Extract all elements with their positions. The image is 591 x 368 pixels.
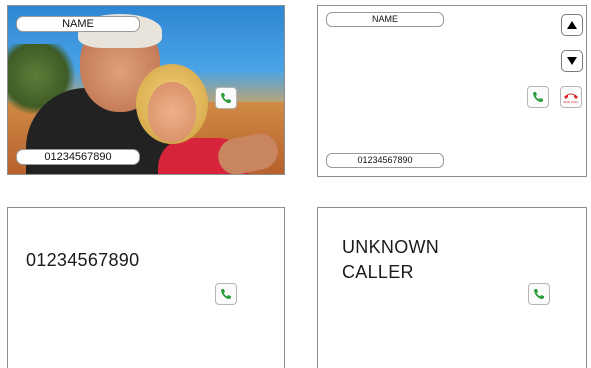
end-call-label: END CALL [563, 99, 579, 104]
scroll-up-button[interactable] [561, 14, 583, 36]
incoming-call-photo-screen: NAME 01234567890 [7, 5, 285, 175]
caller-name-label: NAME [16, 16, 140, 32]
answer-call-button[interactable] [528, 283, 550, 305]
phone-end-icon [564, 93, 578, 99]
answer-call-button[interactable] [215, 283, 237, 305]
arrow-down-icon [567, 57, 577, 65]
phone-answer-icon [221, 289, 231, 300]
phone-answer-icon [533, 92, 543, 103]
answer-call-button[interactable] [215, 87, 237, 109]
answer-call-button[interactable] [527, 86, 549, 108]
caller-name-label: NAME [326, 12, 444, 27]
phone-answer-icon [221, 93, 231, 104]
caller-number-text: 01234567890 [26, 250, 140, 270]
incoming-call-unknown-screen: UNKNOWN CALLER [317, 207, 587, 368]
caller-number-label: 01234567890 [16, 149, 140, 165]
arrow-up-icon [567, 21, 577, 29]
incoming-call-list-screen: NAME END CALL 01234567890 [317, 5, 587, 177]
phone-answer-icon [534, 289, 544, 300]
incoming-call-number-screen: 01234567890 [7, 207, 285, 368]
scroll-down-button[interactable] [561, 50, 583, 72]
photo-woman-face [148, 82, 196, 142]
caller-number-label: 01234567890 [326, 153, 444, 168]
end-call-button[interactable]: END CALL [560, 86, 582, 108]
unknown-caller-line2: CALLER [342, 262, 414, 282]
unknown-caller-line1: UNKNOWN [342, 237, 440, 257]
